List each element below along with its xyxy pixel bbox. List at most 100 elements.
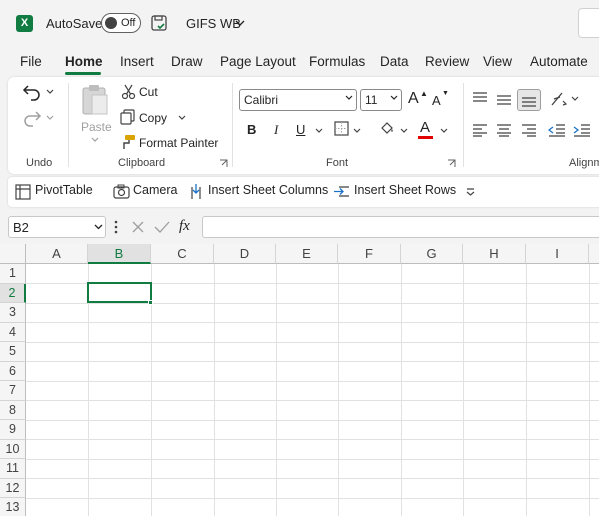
column-header[interactable]: C <box>151 244 214 264</box>
paste-icon[interactable] <box>80 83 110 117</box>
tab-view[interactable]: View <box>483 54 512 69</box>
camera-button[interactable]: Camera <box>133 183 177 197</box>
align-center-icon[interactable] <box>496 123 512 137</box>
row-header[interactable]: 4 <box>0 322 26 342</box>
row-header[interactable]: 13 <box>0 498 26 516</box>
cut-button[interactable]: Cut <box>139 85 158 99</box>
row-header[interactable]: 9 <box>0 420 26 440</box>
pivottable-icon[interactable] <box>15 184 31 200</box>
align-top-icon[interactable] <box>472 91 488 105</box>
fill-color-dropdown-icon[interactable] <box>400 128 408 134</box>
worksheet-grid[interactable]: A B C D E F G H I 1 2 3 4 5 6 7 8 9 10 1… <box>0 244 599 516</box>
cancel-entry-icon[interactable] <box>131 220 145 234</box>
increase-font-size-button[interactable]: A <box>408 90 419 108</box>
tab-review[interactable]: Review <box>425 54 469 69</box>
column-header[interactable]: G <box>401 244 463 264</box>
font-size-combo[interactable]: 11 <box>360 89 402 111</box>
font-launcher-icon[interactable] <box>447 159 456 168</box>
tab-automate[interactable]: Automate <box>530 54 588 69</box>
row-header[interactable]: 3 <box>0 303 26 323</box>
row-header[interactable]: 11 <box>0 459 26 479</box>
tab-page-layout[interactable]: Page Layout <box>220 54 296 69</box>
insert-sheet-rows-button[interactable]: Insert Sheet Rows <box>354 183 456 197</box>
align-middle-icon[interactable] <box>496 93 512 107</box>
fill-color-icon[interactable] <box>379 120 395 136</box>
column-header[interactable]: D <box>214 244 276 264</box>
row-header[interactable]: 1 <box>0 264 26 284</box>
tab-data[interactable]: Data <box>380 54 409 69</box>
orientation-icon[interactable] <box>550 91 568 107</box>
undo-dropdown-icon[interactable] <box>46 89 54 95</box>
row-header[interactable]: 6 <box>0 361 26 381</box>
insert-sheet-rows-icon[interactable] <box>333 184 350 199</box>
toggle-knob <box>105 17 117 29</box>
tab-formulas[interactable]: Formulas <box>309 54 365 69</box>
tab-insert[interactable]: Insert <box>120 54 154 69</box>
confirm-entry-icon[interactable] <box>154 220 170 234</box>
orientation-dropdown-icon[interactable] <box>571 96 579 102</box>
undo-icon[interactable] <box>22 83 42 101</box>
column-header[interactable]: E <box>276 244 338 264</box>
decrease-indent-icon[interactable] <box>548 123 566 137</box>
underline-dropdown-icon[interactable] <box>315 128 323 134</box>
pivottable-button[interactable]: PivotTable <box>35 183 93 197</box>
clipboard-group-label: Clipboard <box>118 157 166 169</box>
clipboard-launcher-icon[interactable] <box>219 159 228 168</box>
chevron-down-icon <box>345 95 353 101</box>
insert-sheet-columns-button[interactable]: Insert Sheet Columns <box>208 183 328 197</box>
decrease-font-size-button[interactable]: A <box>432 93 441 108</box>
customize-qat-icon[interactable] <box>466 188 475 196</box>
camera-icon[interactable] <box>113 184 130 199</box>
tab-home[interactable]: Home <box>65 54 103 69</box>
paste-dropdown-icon[interactable] <box>91 137 99 143</box>
row-header[interactable]: 5 <box>0 342 26 362</box>
tab-file[interactable]: File <box>20 54 42 69</box>
format-painter-button[interactable]: Format Painter <box>139 136 218 150</box>
align-bottom-button[interactable] <box>517 89 541 111</box>
redo-icon[interactable] <box>22 109 42 127</box>
row-header[interactable]: 12 <box>0 478 26 498</box>
document-title[interactable]: GIFS WB <box>186 16 241 31</box>
align-right-icon[interactable] <box>521 123 537 137</box>
font-color-dropdown-icon[interactable] <box>440 128 448 134</box>
search-box[interactable] <box>578 8 599 38</box>
column-header[interactable]: A <box>26 244 88 264</box>
font-name-combo[interactable]: Calibri <box>239 89 357 111</box>
column-header[interactable]: H <box>463 244 526 264</box>
name-box[interactable]: B2 <box>8 216 106 238</box>
column-header[interactable] <box>589 244 599 264</box>
row-header[interactable]: 7 <box>0 381 26 401</box>
copy-icon[interactable] <box>120 109 136 125</box>
select-all-corner[interactable] <box>0 244 26 264</box>
bold-button[interactable]: B <box>247 122 256 137</box>
italic-button[interactable]: I <box>274 122 278 138</box>
scissors-icon[interactable] <box>121 84 136 100</box>
increase-indent-icon[interactable] <box>573 123 591 137</box>
font-color-button[interactable]: A <box>420 119 430 136</box>
column-header[interactable]: F <box>338 244 401 264</box>
format-painter-icon[interactable] <box>120 134 136 150</box>
autosave-toggle[interactable]: Off <box>101 13 141 33</box>
insert-function-button[interactable]: fx <box>179 218 190 235</box>
redo-dropdown-icon[interactable] <box>46 115 54 121</box>
copy-button[interactable]: Copy <box>139 111 167 125</box>
borders-icon[interactable] <box>334 121 349 136</box>
borders-dropdown-icon[interactable] <box>353 128 361 134</box>
fill-handle[interactable] <box>148 300 153 305</box>
save-status-icon[interactable] <box>150 14 168 32</box>
copy-dropdown-icon[interactable] <box>178 115 186 121</box>
column-header[interactable]: I <box>526 244 589 264</box>
row-header[interactable]: 10 <box>0 439 26 459</box>
column-header[interactable]: B <box>88 244 151 264</box>
insert-sheet-columns-icon[interactable] <box>188 183 205 200</box>
formula-input[interactable] <box>202 216 599 238</box>
underline-button[interactable]: U <box>296 122 305 137</box>
row-header[interactable]: 2 <box>0 283 26 303</box>
paste-label[interactable]: Paste <box>81 120 112 134</box>
chevron-down-icon[interactable] <box>235 19 245 27</box>
active-cell-b2[interactable] <box>87 282 152 303</box>
tab-draw[interactable]: Draw <box>171 54 203 69</box>
more-options-icon[interactable] <box>114 220 118 234</box>
align-left-icon[interactable] <box>472 123 488 137</box>
row-header[interactable]: 8 <box>0 400 26 420</box>
